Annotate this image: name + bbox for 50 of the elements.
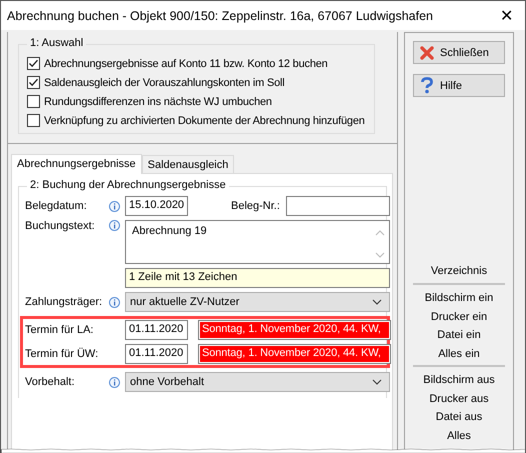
field-label: Vorbehalt: xyxy=(25,376,76,388)
menu-item[interactable]: Alles ein xyxy=(438,344,480,363)
tab[interactable]: Abrechnungsergebnisse xyxy=(11,154,142,174)
chevron-down-icon xyxy=(372,379,382,385)
field-label: Belegdatum: xyxy=(25,200,88,212)
date-display: Sonntag, 1. November 2020, 44. KW, xyxy=(198,344,391,364)
date-field[interactable]: 01.11.2020 xyxy=(125,344,188,364)
field-label: Zahlungsträger: xyxy=(25,296,104,308)
field-label: Beleg-Nr.: xyxy=(231,200,281,212)
date-field[interactable]: 01.11.2020 xyxy=(125,320,188,340)
input-field[interactable] xyxy=(286,196,390,216)
group-title: 2: Buchung der Abrechnungsergebnisse xyxy=(27,179,229,191)
field-label: Termin für ÜW: xyxy=(25,348,100,360)
help-button[interactable]: Hilfe xyxy=(413,74,505,97)
checkbox-label: Verknüpfung zu archivierten Dokumente der Abrechnung hinzufügen xyxy=(44,114,365,126)
status-field: 1 Zeile mit 13 Zeichen xyxy=(125,268,390,288)
close-icon xyxy=(420,46,434,60)
info-icon[interactable] xyxy=(109,200,120,212)
chevron-down-icon xyxy=(372,299,382,305)
menu-item[interactable]: Bildschirm ein xyxy=(424,289,494,308)
info-icon[interactable] xyxy=(109,296,120,308)
field-label: Buchungstext: xyxy=(25,220,96,232)
menu-heading: Verzeichnis xyxy=(430,265,488,277)
dropdown[interactable]: ohne Vorbehalt xyxy=(125,372,390,392)
menu-item[interactable]: Datei ein xyxy=(437,326,481,344)
window-title: Abrechnung buchen - Objekt 900/150: Zeppelinstr. 16a, 67067 Ludwigshafen xyxy=(7,8,434,22)
checkbox-label: Saldenausgleich der Vorauszahlungskonten im Soll xyxy=(44,76,285,88)
tab[interactable]: Saldenausgleich xyxy=(142,155,234,173)
close-button[interactable]: ✕ xyxy=(494,6,519,26)
checkbox-label: Abrechnungsergebnisse auf Konto 11 bzw. Konto 12 buchen xyxy=(44,58,328,70)
date-display: Sonntag, 1. November 2020, 44. KW, xyxy=(198,320,391,340)
checkbox-label: Rundungsdifferenzen ins nächste WJ umbuchen xyxy=(44,96,272,108)
help-icon xyxy=(420,77,434,94)
menu-item[interactable]: Drucker ein xyxy=(430,308,488,326)
menu-item[interactable]: Bildschirm aus xyxy=(423,371,495,390)
checkbox[interactable] xyxy=(27,114,40,127)
group-title: 1: Auswahl xyxy=(27,37,86,49)
date-field[interactable]: 15.10.2020 xyxy=(125,196,188,216)
menu-item[interactable]: Drucker aus xyxy=(429,390,489,408)
menu-item[interactable]: Alles xyxy=(447,426,471,445)
close-button[interactable]: Schließen xyxy=(413,41,505,64)
checkbox[interactable] xyxy=(27,95,40,108)
menu-item[interactable]: Datei aus xyxy=(436,408,482,426)
field-label: Termin für LA: xyxy=(25,324,94,336)
checkbox[interactable] xyxy=(27,57,40,70)
info-icon[interactable] xyxy=(109,220,120,231)
text-area[interactable]: Abrechnung 19 xyxy=(125,220,390,264)
dropdown[interactable]: nur aktuelle ZV-Nutzer xyxy=(125,292,390,312)
info-icon[interactable] xyxy=(109,376,120,388)
checkbox[interactable] xyxy=(27,76,40,89)
